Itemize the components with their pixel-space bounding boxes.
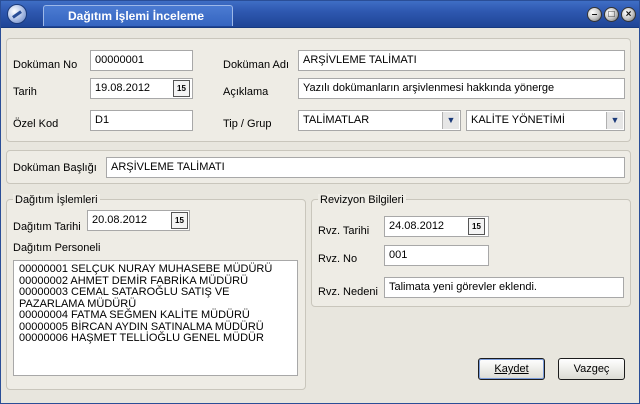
cancel-button[interactable]: Vazgeç [558,358,625,380]
special-code-label: Özel Kod [13,118,59,130]
date-label: Tarih [13,86,37,98]
doc-name-field[interactable]: ARŞİVLEME TALİMATI [298,50,625,71]
distribution-personnel-list[interactable]: 00000001 SELÇUK NURAY MUHASEBE MÜDÜRÜ 00… [13,260,298,376]
chevron-down-icon[interactable]: ▼ [606,112,623,129]
maximize-icon: □ [608,9,615,20]
chevron-down-icon[interactable]: ▼ [442,112,459,129]
title-bar[interactable]: Dağıtım İşlemi İnceleme – □ × [1,1,639,28]
revision-reason-label: Rvz. Nedeni [318,286,378,298]
calendar-icon[interactable]: 15 [173,80,190,97]
save-button[interactable]: Kaydet [478,358,545,380]
revision-date-label: Rvz. Tarihi [318,225,370,237]
revision-no-label: Rvz. No [318,253,358,265]
doc-no-label: Doküman No [13,59,78,71]
app-window: Dağıtım İşlemi İnceleme – □ × Doküman No… [0,0,640,404]
list-item[interactable]: 00000001 SELÇUK NURAY MUHASEBE MÜDÜRÜ [19,263,292,276]
window-title: Dağıtım İşlemi İnceleme [43,5,233,26]
description-label: Açıklama [223,86,269,98]
list-item[interactable]: 00000003 CEMAL SATAROĞLU SATIŞ VE PAZARL… [19,286,292,310]
distribution-date-label: Dağıtım Tarihi [13,221,81,233]
group-select-value: KALİTE YÖNETİMİ [471,114,565,126]
distribution-legend: Dağıtım İşlemleri [13,194,100,206]
close-button[interactable]: × [621,7,636,22]
document-header-panel: Doküman No 00000001 Doküman Adı ARŞİVLEM… [6,38,631,142]
revision-reason-field[interactable]: Talimata yeni görevler eklendi. [384,277,624,298]
doc-name-label: Doküman Adı [223,59,290,71]
revision-no-field[interactable]: 001 [384,245,489,266]
minimize-icon: – [591,9,598,20]
doc-no-field[interactable]: 00000001 [90,50,193,71]
document-title-label: Doküman Başlığı [13,162,97,174]
close-icon: × [625,9,632,20]
calendar-icon[interactable]: 15 [171,212,188,229]
type-select[interactable]: TALİMATLAR ▼ [298,110,461,131]
maximize-button[interactable]: □ [604,7,619,22]
document-title-field[interactable]: ARŞİVLEME TALİMATI [106,157,625,178]
group-select[interactable]: KALİTE YÖNETİMİ ▼ [466,110,625,131]
list-item[interactable]: 00000004 FATMA SEĞMEN KALİTE MÜDÜRÜ [19,309,292,322]
type-select-value: TALİMATLAR [303,114,370,126]
distribution-group: Dağıtım İşlemleri Dağıtım Tarihi 20.08.2… [6,194,306,390]
document-title-panel: Doküman Başlığı ARŞİVLEME TALİMATI [6,150,631,184]
calendar-icon[interactable]: 15 [468,218,485,235]
type-group-label: Tip / Grup [223,118,272,130]
app-logo-icon[interactable] [7,4,27,24]
list-item[interactable]: 00000006 HAŞMET TELLİOĞLU GENEL MÜDÜR [19,332,292,345]
revision-group: Revizyon Bilgileri Rvz. Tarihi 24.08.201… [311,194,631,307]
minimize-button[interactable]: – [587,7,602,22]
description-field[interactable]: Yazılı dokümanların arşivlenmesi hakkınd… [298,78,625,99]
special-code-field[interactable]: D1 [90,110,193,131]
revision-legend: Revizyon Bilgileri [318,194,406,206]
distribution-personnel-label: Dağıtım Personeli [13,242,101,254]
